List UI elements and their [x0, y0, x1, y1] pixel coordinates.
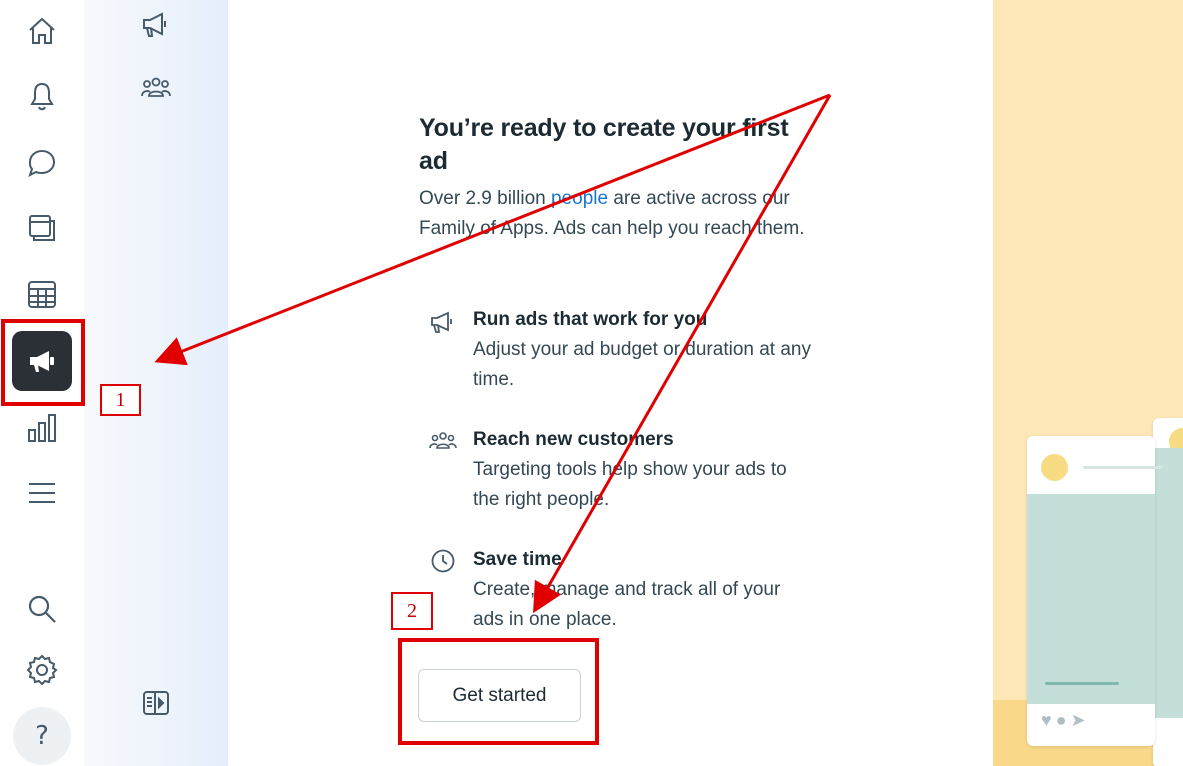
bell-icon[interactable] [12, 66, 72, 126]
feature-text: Create, manage and track all of your ads… [473, 579, 781, 630]
illustration-card-front: ♥●➤ [1027, 436, 1163, 746]
annotation-label-1: 1 [100, 384, 141, 416]
illustration-card-back [1153, 418, 1183, 766]
feature-text: Adjust your ad budget or duration at any… [473, 339, 812, 390]
people-icon [429, 432, 457, 449]
annotation-highlight-ads-tab [1, 319, 85, 406]
feature-text: Targeting tools help show your ads to th… [473, 459, 787, 510]
people-link[interactable]: people [551, 188, 608, 209]
feature-heading: Save time [473, 549, 562, 570]
menu-icon[interactable] [12, 463, 72, 523]
illustration-text-line [1083, 466, 1163, 469]
people-icon[interactable] [136, 68, 176, 108]
home-icon[interactable] [12, 1, 72, 61]
illustration-photo [1027, 494, 1155, 704]
sidebar-collapse-icon[interactable] [136, 683, 176, 723]
illustration-caption-line [1045, 682, 1119, 685]
feature-heading: Reach new customers [473, 429, 674, 450]
illustration-photo [1153, 448, 1183, 718]
search-icon[interactable] [12, 579, 72, 639]
page-description: Over 2.9 billion people are active acros… [419, 184, 809, 244]
empty-state-panel: You’re ready to create your first ad Ove… [419, 112, 809, 244]
pages-icon[interactable] [12, 198, 72, 258]
bar-chart-icon[interactable] [12, 398, 72, 458]
megaphone-icon [431, 311, 452, 333]
megaphone-icon[interactable] [136, 5, 176, 45]
calendar-grid-icon[interactable] [12, 264, 72, 324]
illustration-reactions: ♥●➤ [1041, 710, 1090, 730]
help-icon[interactable]: ? [13, 707, 71, 765]
feature-heading: Run ads that work for you [473, 309, 708, 330]
chat-icon[interactable] [12, 133, 72, 193]
page-title: You’re ready to create your first ad [419, 114, 789, 175]
description-text: Over 2.9 billion [419, 188, 552, 209]
annotation-label-2: 2 [391, 592, 433, 630]
illustration-avatar [1041, 454, 1068, 481]
gear-icon[interactable] [12, 640, 72, 700]
annotation-highlight-get-started [398, 638, 599, 745]
clock-icon [431, 549, 455, 573]
help-glyph: ? [35, 721, 49, 751]
secondary-sidebar [84, 0, 228, 766]
ads-illustration: ♥●➤ [993, 0, 1183, 766]
